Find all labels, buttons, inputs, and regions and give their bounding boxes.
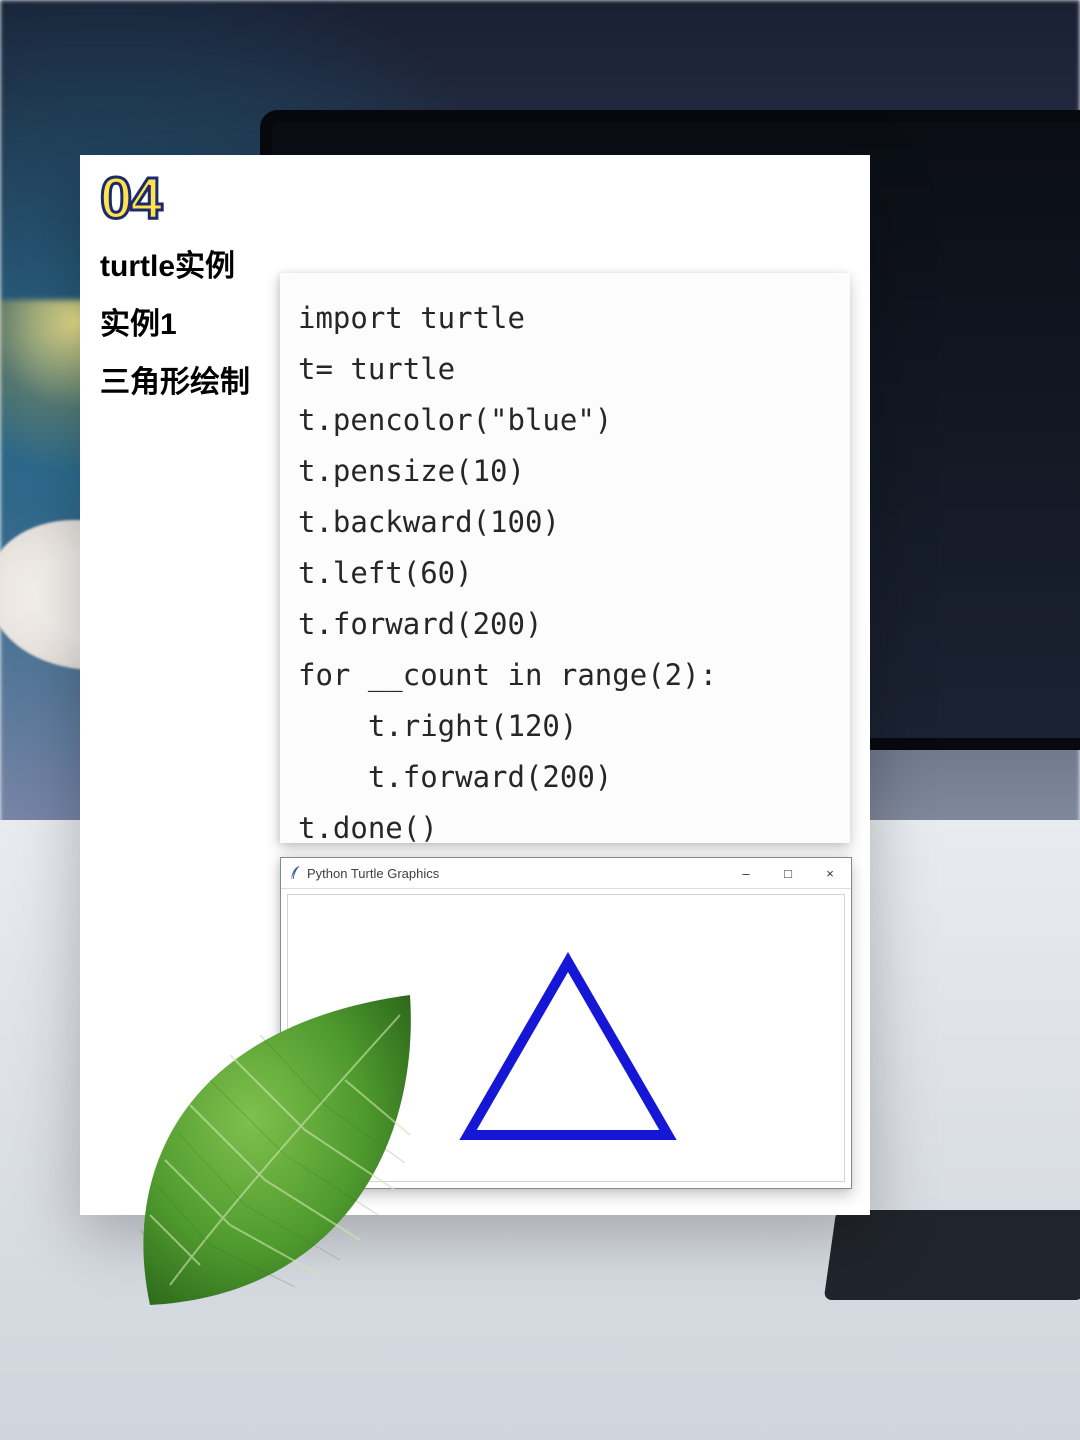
- title-line-1: turtle实例: [100, 241, 300, 285]
- code-text: import turtle t= turtle t.pencolor("blue…: [298, 293, 832, 854]
- window-title: Python Turtle Graphics: [307, 866, 439, 881]
- leaf-decoration: [110, 965, 470, 1325]
- background-keyboard: [824, 1210, 1080, 1300]
- python-feather-icon: [289, 865, 301, 881]
- minimize-button[interactable]: –: [725, 858, 767, 888]
- lesson-number-badge: 04: [100, 165, 161, 232]
- triangle-shape-width: [468, 962, 668, 1135]
- maximize-button[interactable]: □: [767, 858, 809, 888]
- content-card: 04 turtle实例 实例1 三角形绘制 import turtle t= t…: [80, 155, 870, 1215]
- window-buttons: – □ ×: [725, 858, 851, 888]
- triangle-shape: [468, 962, 668, 1135]
- close-button[interactable]: ×: [809, 858, 851, 888]
- window-titlebar: Python Turtle Graphics – □ ×: [281, 858, 851, 889]
- title-line-3: 三角形绘制: [100, 357, 300, 401]
- title-line-2: 实例1: [100, 299, 300, 343]
- title-block: turtle实例 实例1 三角形绘制: [100, 235, 300, 401]
- code-panel: import turtle t= turtle t.pencolor("blue…: [280, 273, 850, 843]
